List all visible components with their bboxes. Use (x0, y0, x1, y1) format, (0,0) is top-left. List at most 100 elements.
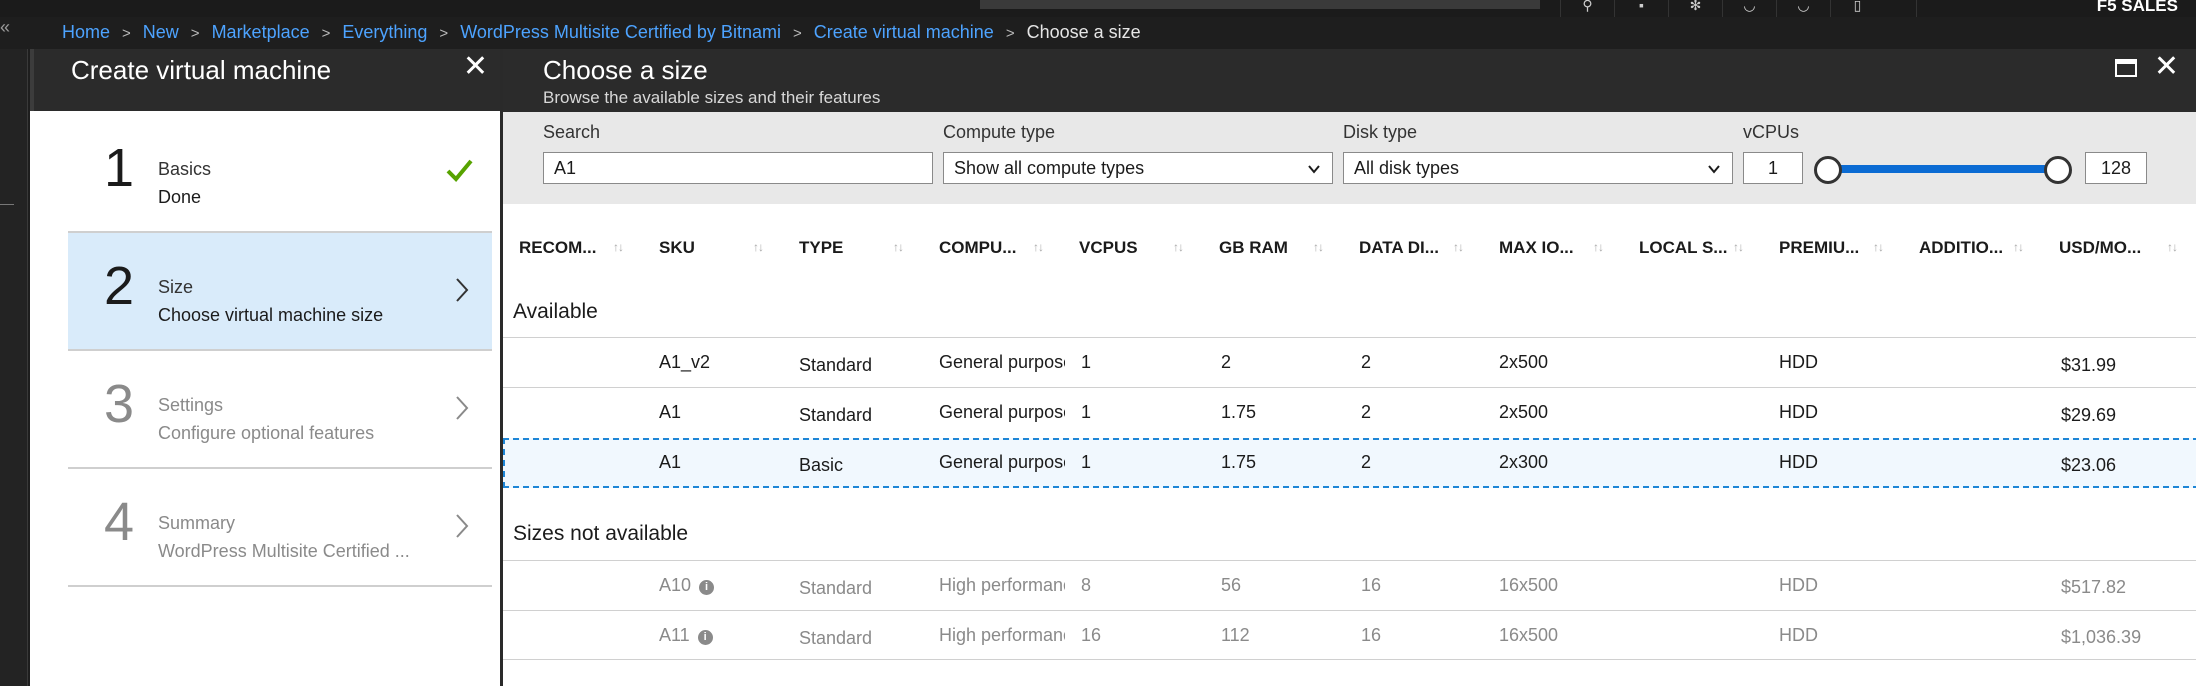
price-cell: $1,036.39 (2061, 627, 2142, 647)
column-header[interactable]: TYPE (799, 238, 843, 258)
table-row-selected[interactable]: A1 Basic General purpose 1 1.75 2 2x300 … (503, 438, 2196, 488)
chevron-right-icon: > (439, 25, 449, 42)
info-icon[interactable]: i (699, 580, 715, 595)
column-header[interactable]: DATA DI... (1359, 238, 1439, 258)
available-section-title: Available (513, 300, 598, 323)
step-summary[interactable]: 4 Summary WordPress Multisite Certified … (68, 469, 492, 587)
compute-type-value: Show all compute types (954, 158, 1145, 178)
sort-icon[interactable]: ↑↓ (1173, 240, 1184, 254)
feedback-icon[interactable]: ◡ (1722, 0, 1776, 17)
vcpus-min-handle[interactable] (1814, 156, 1842, 184)
column-header[interactable]: SKU (659, 238, 695, 258)
data-disks-cell: 16 (1361, 625, 1382, 645)
step-label: Settings (158, 395, 224, 415)
step-label: Summary (158, 513, 236, 533)
column-header[interactable]: USD/MO... (2059, 238, 2141, 258)
wizard-steps: 1 Basics Done 2 Size Choose virtual mach… (68, 115, 492, 587)
step-settings[interactable]: 3 Settings Configure optional features (68, 351, 492, 469)
unavailable-section-title: Sizes not available (513, 522, 689, 545)
step-subtitle: Choose virtual machine size (158, 305, 384, 325)
breadcrumb-create-vm[interactable]: Create virtual machine (814, 22, 994, 42)
notifications-icon[interactable]: ⚲ (1560, 0, 1614, 17)
disk-type-select[interactable]: All disk types (1343, 152, 1733, 184)
chevron-right-icon (456, 514, 469, 538)
sort-icon[interactable]: ↑↓ (2013, 240, 2024, 254)
table-row[interactable]: A11 i Standard High performance 16 112 16… (503, 610, 2196, 660)
rail-marker (0, 204, 14, 205)
choose-size-subtitle: Browse the available sizes and their fea… (543, 88, 881, 107)
breadcrumb-current: Choose a size (1026, 22, 1141, 42)
column-header[interactable]: MAX IO... (1499, 238, 1574, 258)
vcpus-cell: 1 (1081, 452, 1092, 472)
breadcrumb-new[interactable]: New (143, 22, 179, 42)
step-number: 1 (104, 138, 135, 198)
sku-cell: A11 i (659, 625, 713, 646)
column-header[interactable]: VCPUS (1079, 238, 1138, 258)
ram-cell: 2 (1221, 352, 1232, 372)
step-size[interactable]: 2 Size Choose virtual machine size (68, 233, 492, 351)
table-row[interactable]: A10 i Standard High performance 8 56 16 1… (503, 560, 2196, 610)
help-icon[interactable]: ◡ (1776, 0, 1830, 17)
column-header[interactable]: COMPU... (939, 238, 1016, 258)
close-icon[interactable]: ✕ (2154, 51, 2179, 83)
left-rail (0, 49, 28, 686)
column-header[interactable]: RECOM... (519, 238, 596, 258)
breadcrumb-everything[interactable]: Everything (342, 22, 427, 42)
sort-icon[interactable]: ↑↓ (1593, 240, 1604, 254)
shell-icon[interactable]: ▪ (1614, 0, 1668, 17)
choose-size-header: Choose a size Browse the available sizes… (503, 49, 2196, 112)
sort-icon[interactable]: ↑↓ (2167, 240, 2178, 254)
settings-icon[interactable]: ✻ (1668, 0, 1722, 17)
vcpus-slider-track[interactable] (1828, 165, 2058, 173)
breadcrumb-home[interactable]: Home (62, 22, 110, 42)
type-cell: Standard (799, 578, 873, 598)
column-header[interactable]: LOCAL S... (1639, 238, 1727, 258)
compute-type-label: Compute type (943, 122, 1056, 142)
vcpus-min-input[interactable]: 1 (1743, 152, 1803, 184)
search-input[interactable]: A1 (543, 152, 933, 184)
column-header[interactable]: PREMIU... (1779, 238, 1859, 258)
max-iops-cell: 16x500 (1499, 575, 1559, 595)
account-name[interactable]: F5 SALES (2097, 0, 2178, 14)
price-cell: $23.06 (2061, 455, 2117, 475)
chevron-right-icon (456, 396, 469, 420)
sort-icon[interactable]: ↑↓ (893, 240, 904, 254)
premium-disk-cell: HDD (1779, 575, 1818, 595)
step-basics[interactable]: 1 Basics Done (68, 115, 492, 233)
breadcrumb: Home > New > Marketplace > Everything > WordPres… (62, 22, 1141, 43)
checkmark-icon (446, 159, 473, 182)
sort-icon[interactable]: ↑↓ (1453, 240, 1464, 254)
vcpus-cell: 1 (1081, 352, 1092, 372)
breadcrumb-wordpress[interactable]: WordPress Multisite Certified by Bitnami (460, 22, 781, 42)
search-label: Search (543, 122, 601, 142)
step-number: 3 (104, 374, 135, 434)
vcpus-max-handle[interactable] (2044, 156, 2072, 184)
global-search-input[interactable] (980, 0, 1540, 9)
premium-disk-cell: HDD (1779, 402, 1818, 422)
table-row[interactable]: A1 Standard General purpose 1 1.75 2 2x5… (503, 387, 2196, 437)
info-icon[interactable]: i (697, 630, 713, 645)
sort-icon[interactable]: ↑↓ (1033, 240, 1044, 254)
maximize-icon[interactable] (2115, 59, 2137, 77)
sort-icon[interactable]: ↑↓ (1733, 240, 1744, 254)
close-icon[interactable]: ✕ (463, 51, 488, 83)
data-disks-cell: 2 (1361, 402, 1372, 422)
column-header[interactable]: ADDITIO... (1919, 238, 2003, 258)
compute-type-select[interactable]: Show all compute types (943, 152, 1333, 184)
max-iops-cell: 2x500 (1499, 402, 1549, 422)
sort-icon[interactable]: ↑↓ (613, 240, 624, 254)
sort-icon[interactable]: ↑↓ (753, 240, 764, 254)
vcpus-max-input[interactable]: 128 (2085, 152, 2147, 184)
step-label: Size (158, 277, 194, 297)
breadcrumb-marketplace[interactable]: Marketplace (212, 22, 310, 42)
create-vm-header: Create virtual machine ✕ (30, 49, 500, 111)
column-header[interactable]: GB RAM (1219, 238, 1288, 258)
max-iops-cell: 2x500 (1499, 352, 1549, 372)
collapse-menu-icon[interactable]: « (0, 17, 10, 38)
step-subtitle: Done (158, 187, 202, 207)
sort-icon[interactable]: ↑↓ (1313, 240, 1324, 254)
table-row[interactable]: A1_v2 Standard General purpose 1 2 2 2x5… (503, 337, 2196, 387)
sort-icon[interactable]: ↑↓ (1873, 240, 1884, 254)
sku-cell: A1 (659, 402, 682, 422)
user-icon[interactable]: ▯ (1830, 0, 1884, 17)
